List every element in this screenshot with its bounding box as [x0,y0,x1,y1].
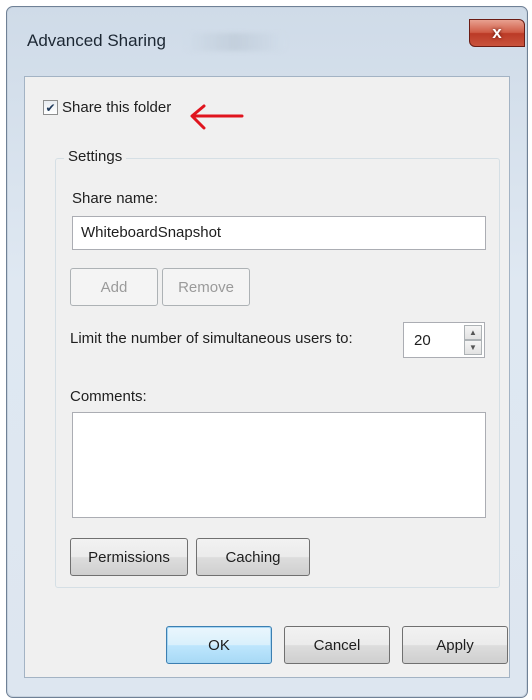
user-limit-stepper[interactable]: 20 ▲ ▼ [403,322,485,358]
share-folder-row[interactable]: ✔ Share this folder [43,99,171,116]
share-name-input[interactable]: WhiteboardSnapshot [72,216,486,250]
title-ghost-text [185,33,285,51]
close-icon: x [492,23,502,42]
spin-down-icon[interactable]: ▼ [464,340,482,355]
comments-label: Comments: [70,388,147,405]
spin-up-icon[interactable]: ▲ [464,325,482,340]
user-limit-value: 20 [414,332,431,349]
share-folder-label: Share this folder [62,99,172,116]
apply-button[interactable]: Apply [402,626,508,664]
ok-button[interactable]: OK [166,626,272,664]
permissions-button[interactable]: Permissions [70,538,188,576]
spin-arrows: ▲ ▼ [464,325,482,355]
window-title: Advanced Sharing [27,31,166,50]
caching-button[interactable]: Caching [196,538,310,576]
close-button[interactable]: x [469,19,525,47]
checkmark-icon: ✔ [45,100,56,115]
share-name-label: Share name: [72,190,158,207]
red-arrow-icon [190,104,244,130]
settings-group-label: Settings [64,148,127,165]
add-button[interactable]: Add [70,268,158,306]
user-limit-label: Limit the number of simultaneous users t… [70,330,353,347]
remove-button[interactable]: Remove [162,268,250,306]
cancel-button[interactable]: Cancel [284,626,390,664]
comments-input[interactable] [72,412,486,518]
share-folder-checkbox[interactable]: ✔ [43,100,58,115]
